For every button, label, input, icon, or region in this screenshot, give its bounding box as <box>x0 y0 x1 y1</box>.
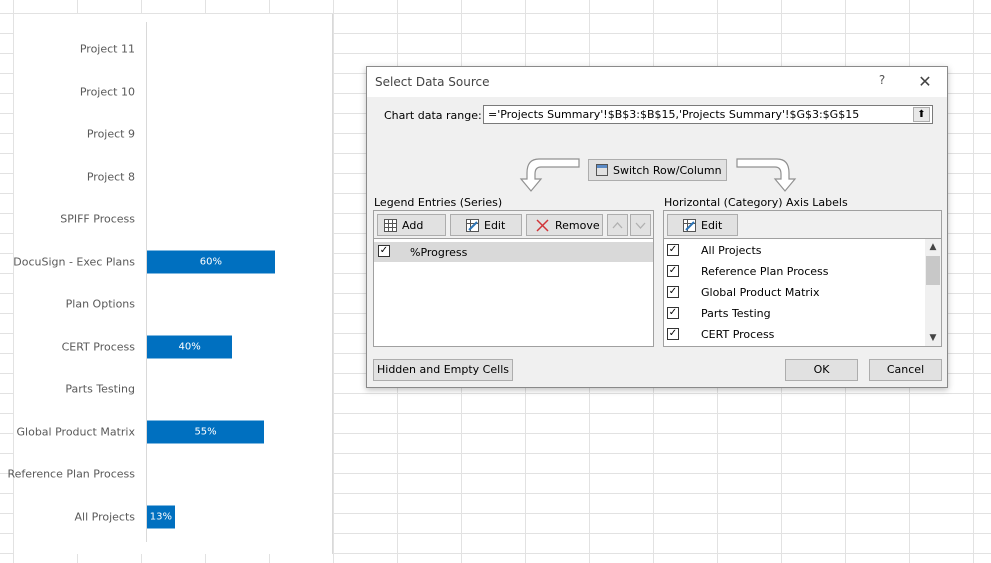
dialog-title: Select Data Source <box>375 75 490 89</box>
axis-label-text: Global Product Matrix <box>701 286 820 299</box>
legend-entries-label: Legend Entries (Series) <box>374 196 503 209</box>
dialog-titlebar: Select Data Source ? ✕ <box>367 67 947 97</box>
axis-label-row[interactable]: ✓ Reference Plan Process <box>664 261 926 281</box>
axis-label-checkbox[interactable]: ✓ <box>667 286 679 298</box>
axis-label-text: Reference Plan Process <box>701 265 829 278</box>
add-series-button[interactable]: Add <box>377 214 446 236</box>
bar-data-label: 13% <box>149 511 172 522</box>
chart-data-range-value: ='Projects Summary'!$B$3:$B$15,'Projects… <box>488 108 860 121</box>
scroll-up-icon[interactable]: ▲ <box>925 239 941 255</box>
help-button[interactable]: ? <box>872 73 892 91</box>
remove-series-button[interactable]: Remove <box>526 214 603 236</box>
switch-row-column-icon <box>596 164 608 176</box>
category-label: Project 11 <box>79 42 135 56</box>
legend-entry-row[interactable]: ✓ %Progress <box>374 242 653 262</box>
axis-toolbar: Edit <box>663 210 942 238</box>
edit-series-button[interactable]: Edit <box>450 214 522 236</box>
category-label: Project 9 <box>86 127 135 141</box>
bar-data-label: 40% <box>178 341 201 352</box>
category-label: All Projects <box>74 510 136 523</box>
edit-table-icon <box>466 219 479 232</box>
move-up-button[interactable] <box>607 214 628 236</box>
cancel-button[interactable]: Cancel <box>869 359 942 381</box>
chevron-up-icon <box>612 222 623 229</box>
axis-labels-label: Horizontal (Category) Axis Labels <box>664 196 848 209</box>
collapse-range-button[interactable]: ⬆ <box>913 107 930 122</box>
switch-row-column-label: Switch Row/Column <box>613 164 722 177</box>
ok-button[interactable]: OK <box>785 359 858 381</box>
bar-chart[interactable]: Project 11 Project 10 Project 9 Project 8 SP… <box>7 14 333 554</box>
axis-label-row[interactable]: ✓ Global Product Matrix <box>664 282 926 302</box>
axis-label-checkbox[interactable]: ✓ <box>667 244 679 256</box>
scroll-down-icon[interactable]: ▼ <box>925 330 941 346</box>
move-down-button[interactable] <box>630 214 651 236</box>
chevron-down-icon <box>635 222 646 229</box>
axis-label-text: CERT Process <box>701 328 775 341</box>
category-label: CERT Process <box>61 340 135 353</box>
curved-arrow-left-icon <box>519 158 580 192</box>
edit-axis-labels-label: Edit <box>701 219 723 232</box>
chart-data-range-input[interactable]: ='Projects Summary'!$B$3:$B$15,'Projects… <box>483 105 933 124</box>
axis-labels-list[interactable]: ✓ All Projects ✓ Reference Plan Process … <box>663 238 942 347</box>
category-label: Parts Testing <box>65 382 135 396</box>
bar-data-label: 55% <box>194 426 217 437</box>
add-series-label: Add <box>402 219 424 232</box>
axis-label-row[interactable]: ✓ All Projects <box>664 240 926 260</box>
category-label: Plan Options <box>65 297 135 311</box>
legend-entry-checkbox[interactable]: ✓ <box>378 245 390 257</box>
category-label: DocuSign - Exec Plans <box>13 255 135 268</box>
switch-row-column-button[interactable]: Switch Row/Column <box>588 159 727 181</box>
category-label: Project 8 <box>86 170 135 183</box>
select-data-source-dialog: Select Data Source ? ✕ Chart data range:… <box>366 66 948 388</box>
edit-table-icon <box>683 219 696 232</box>
axis-label-row[interactable]: ✓ CERT Process <box>664 324 926 344</box>
category-label: Reference Plan Process <box>7 467 135 481</box>
legend-toolbar: Add Edit Remove <box>373 210 654 238</box>
axis-label-text: All Projects <box>701 244 762 257</box>
category-label: SPIFF Process <box>60 212 135 226</box>
curved-arrow-right-icon <box>736 158 797 192</box>
category-label: Global Product Matrix <box>16 425 135 438</box>
axis-list-scrollbar[interactable]: ▲ ▼ <box>925 239 941 346</box>
axis-label-checkbox[interactable]: ✓ <box>667 307 679 319</box>
remove-x-icon <box>536 219 549 232</box>
close-button[interactable]: ✕ <box>915 72 935 91</box>
remove-series-label: Remove <box>555 219 600 232</box>
legend-entry-label: %Progress <box>410 246 468 259</box>
axis-label-checkbox[interactable]: ✓ <box>667 328 679 340</box>
edit-axis-labels-button[interactable]: Edit <box>667 214 738 236</box>
scroll-thumb[interactable] <box>926 256 940 285</box>
add-table-icon <box>384 219 397 232</box>
legend-entries-list[interactable]: ✓ %Progress <box>373 238 654 347</box>
axis-label-row[interactable]: ✓ Parts Testing <box>664 303 926 323</box>
vertical-axis-line <box>146 22 147 542</box>
chart-data-range-label: Chart data range: <box>384 109 482 122</box>
bar-data-label: 60% <box>199 256 223 267</box>
category-label: Project 10 <box>79 85 135 98</box>
axis-label-text: Parts Testing <box>701 307 771 320</box>
axis-label-checkbox[interactable]: ✓ <box>667 265 679 277</box>
hidden-empty-cells-button[interactable]: Hidden and Empty Cells <box>373 359 513 381</box>
edit-series-label: Edit <box>484 219 506 232</box>
